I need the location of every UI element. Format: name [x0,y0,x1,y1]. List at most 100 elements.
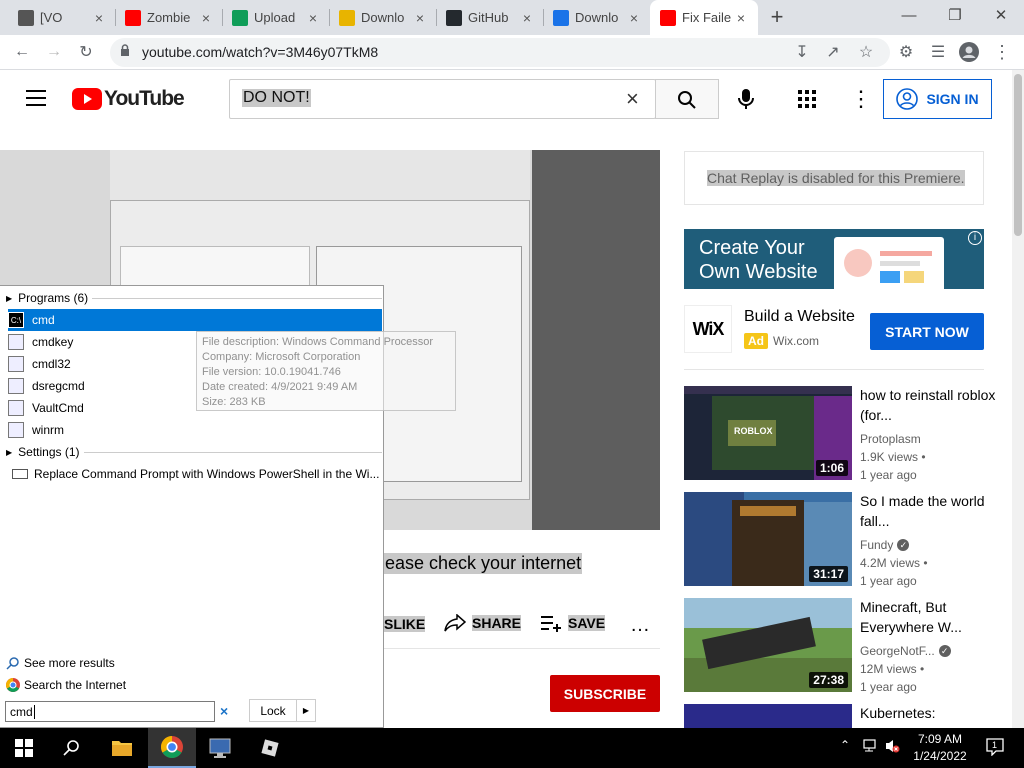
ad-domain: Wix.com [773,334,819,348]
youtube-logo[interactable]: YouTube [72,87,185,111]
new-tab-icon[interactable]: + [765,4,789,29]
program-icon [8,378,24,394]
search-internet-link[interactable]: Search the Internet [6,678,126,692]
close-tab-icon[interactable]: × [197,10,215,26]
ad-info-icon[interactable]: i [968,231,982,245]
program-result-item[interactable]: C:\ cmd [8,309,382,331]
taskbar-roblox[interactable] [246,728,294,768]
dislike-label[interactable]: SLIKE [384,616,426,632]
share-button[interactable]: SHARE [444,614,522,632]
browser-tab[interactable]: Downlo × [543,0,651,35]
hamburger-menu-icon[interactable] [26,90,46,106]
settings-result-item[interactable]: Replace Command Prompt with Windows Powe… [12,463,382,485]
bookmark-star-icon[interactable]: ☆ [854,40,878,64]
video-title[interactable]: So I made the world fall... [860,491,1000,531]
ad-banner[interactable]: Create Your Own Website i [684,229,984,289]
install-icon[interactable]: ↧ [790,40,814,64]
restore-icon[interactable]: ❐ [932,0,978,30]
close-tab-icon[interactable]: × [518,10,536,26]
share-page-icon[interactable]: ↗ [821,40,845,64]
address-bar[interactable]: youtube.com/watch?v=3M46y07TkM8 [110,38,890,67]
lock-icon[interactable] [120,44,130,56]
media-control-icon[interactable]: ☰ [926,40,950,64]
power-options-arrow[interactable]: ▶ [296,699,316,722]
video-thumbnail[interactable]: 27:38 [684,598,852,692]
chrome-menu-icon[interactable]: ⋮ [990,40,1014,64]
show-hidden-icons-icon[interactable]: ⌃ [840,738,850,752]
browser-tab[interactable]: Fix Faile × [650,0,758,35]
program-result-item[interactable]: winrm [8,419,382,441]
tab-title: [VO [40,10,63,25]
start-button[interactable] [0,728,48,768]
back-icon[interactable]: ← [10,40,34,64]
search-box[interactable]: DO NOT! × [229,79,656,119]
taskbar-chrome[interactable] [148,728,196,768]
search-input[interactable]: DO NOT! [242,89,311,107]
browser-tab[interactable]: Zombie × [115,0,223,35]
reload-icon[interactable]: ↻ [74,40,98,64]
ad-title[interactable]: Build a Website [744,308,855,326]
taskbar-file-explorer[interactable] [98,728,146,768]
video-title[interactable]: how to reinstall roblox (for... [860,385,1000,425]
search-button[interactable] [655,79,719,119]
browser-tab[interactable]: Upload × [222,0,330,35]
settings-header[interactable]: ▶ Settings (1) [6,445,382,459]
ad-banner-preview [834,237,944,289]
chat-replay-panel: Chat Replay is disabled for this Premier… [684,151,984,205]
video-title[interactable]: Minecraft, But Everywhere W... [860,597,1000,637]
video-age: 1 year ago [860,468,917,482]
subscribe-button[interactable]: SUBSCRIBE [550,675,660,712]
video-thumbnail[interactable]: ROBLOX 1:06 [684,386,852,480]
see-more-results-link[interactable]: See more results [6,656,115,670]
browser-tab[interactable]: Downlo × [329,0,437,35]
forward-icon[interactable]: → [42,40,66,64]
profile-icon[interactable] [957,40,981,64]
start-search-input[interactable]: cmd [5,701,215,722]
video-thumbnail[interactable] [684,704,852,728]
extensions-icon[interactable]: ⚙ [894,40,918,64]
lock-button[interactable]: Lock [249,699,297,722]
scrollbar-thumb[interactable] [1014,74,1022,236]
github-icon [446,9,462,26]
clear-search-icon[interactable]: × [626,86,639,112]
expand-arrow-icon: ▶ [6,447,13,457]
taskbar-app-monitor[interactable] [196,728,244,768]
minimize-icon[interactable]: — [886,0,932,30]
notification-count: 1 [992,740,998,750]
voice-search-icon[interactable] [738,88,754,115]
browser-tab[interactable]: GitHub × [436,0,544,35]
video-channel[interactable]: Fundy ✓ [860,536,910,554]
network-icon[interactable] [862,738,880,759]
video-age: 1 year ago [860,680,917,694]
save-button[interactable]: SAVE [540,614,606,632]
apps-grid-icon[interactable] [798,90,816,113]
close-tab-icon[interactable]: × [90,10,108,26]
settings-more-icon[interactable]: ⋮ [850,86,872,112]
programs-header[interactable]: ▶ Programs (6) [6,291,382,305]
video-duration: 31:17 [809,566,848,582]
notification-center-icon[interactable]: 1 [986,738,1004,761]
clear-search-x-icon[interactable]: × [220,703,228,719]
browser-tab[interactable]: [VO × [8,0,116,35]
youtube-icon [125,9,141,26]
close-tab-icon[interactable]: × [732,10,750,26]
video-title[interactable]: Kubernetes: [860,703,1000,723]
video-views: 4.2M views • [860,556,928,570]
action-divider [384,648,660,649]
close-tab-icon[interactable]: × [625,10,643,26]
ad-cta-button[interactable]: START NOW [870,313,984,350]
url-text[interactable]: youtube.com/watch?v=3M46y07TkM8 [142,44,378,60]
chrome-icon [6,678,20,692]
sign-in-button[interactable]: SIGN IN [883,79,992,119]
video-thumbnail[interactable]: 31:17 [684,492,852,586]
program-label: cmdkey [32,335,74,349]
volume-muted-icon[interactable] [884,738,900,759]
close-tab-icon[interactable]: × [304,10,322,26]
close-window-icon[interactable]: ✕ [978,0,1024,30]
clock[interactable]: 7:09 AM 1/24/2022 [908,731,972,765]
video-channel[interactable]: GeorgeNotF... ✓ [860,642,951,660]
video-channel[interactable]: Protoplasm [860,430,921,448]
close-tab-icon[interactable]: × [411,10,429,26]
taskbar-search-button[interactable] [48,728,96,768]
more-actions-icon[interactable]: … [630,614,650,637]
